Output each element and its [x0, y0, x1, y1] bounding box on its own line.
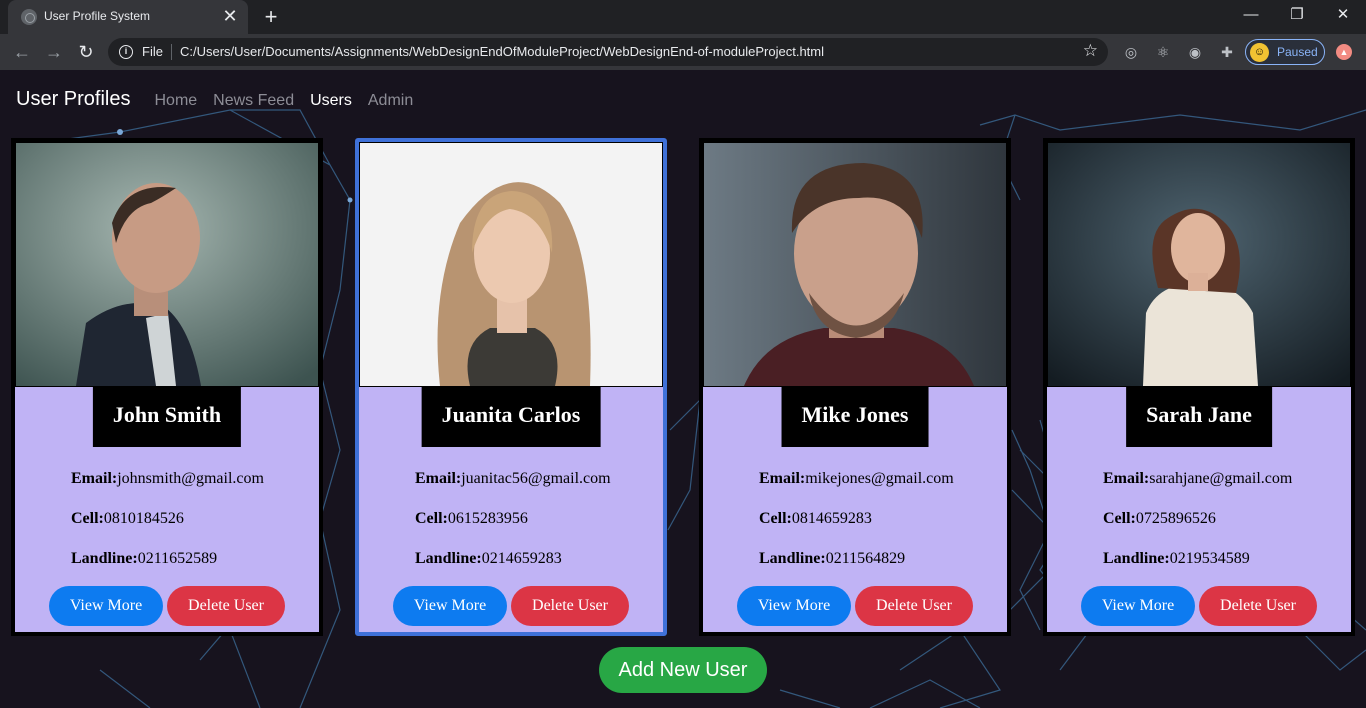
reload-icon[interactable]: ↻ — [74, 40, 98, 64]
extension-github-icon[interactable]: ◎ — [1122, 43, 1140, 61]
email-line: Email:juanitac56@gmail.com — [415, 470, 611, 487]
nav-link-admin[interactable]: Admin — [368, 92, 413, 110]
page-viewport: User Profiles Home News Feed Users Admin… — [0, 70, 1366, 708]
delete-user-button[interactable]: Delete User — [511, 586, 629, 626]
landline-line: Landline:0214659283 — [415, 550, 562, 567]
user-card: Juanita Carlos Email:juanitac56@gmail.co… — [355, 138, 667, 636]
card-info-panel: Sarah Jane Email:sarahjane@gmail.com Cel… — [1047, 387, 1351, 632]
profile-photo — [360, 143, 662, 386]
delete-user-button[interactable]: Delete User — [1199, 586, 1317, 626]
card-info-panel: Juanita Carlos Email:juanitac56@gmail.co… — [359, 387, 663, 632]
user-card: Sarah Jane Email:sarahjane@gmail.com Cel… — [1043, 138, 1355, 636]
landline-line: Landline:0219534589 — [1103, 550, 1250, 567]
browser-tab[interactable]: User Profile System ✕ — [8, 0, 248, 34]
add-new-user-button[interactable]: Add New User — [599, 647, 767, 693]
email-value: sarahjane@gmail.com — [1149, 470, 1293, 487]
profile-status: Paused — [1277, 45, 1318, 59]
update-icon[interactable]: ▲ — [1336, 44, 1352, 60]
globe-icon — [21, 9, 37, 25]
nav-link-home[interactable]: Home — [154, 92, 197, 110]
restore-button[interactable]: ❐ — [1274, 0, 1320, 32]
profile-photo — [1048, 143, 1350, 386]
profile-photo — [16, 143, 318, 386]
back-arrow-icon[interactable]: ← — [10, 40, 34, 64]
profile-photo — [704, 143, 1006, 386]
delete-user-button[interactable]: Delete User — [167, 586, 285, 626]
info-icon[interactable]: i — [119, 45, 133, 59]
brand-logo[interactable]: User Profiles — [16, 88, 130, 111]
url-text[interactable]: C:/Users/User/Documents/Assignments/WebD… — [180, 44, 824, 59]
minimize-button[interactable]: — — [1228, 0, 1274, 32]
extensions-puzzle-icon[interactable]: ✚ — [1218, 43, 1236, 61]
tab-title: User Profile System — [44, 9, 151, 23]
view-more-button[interactable]: View More — [737, 586, 851, 626]
new-tab-button[interactable]: + — [258, 4, 284, 30]
cell-line: Cell:0814659283 — [759, 510, 872, 527]
landline-line: Landline:0211564829 — [759, 550, 906, 567]
cell-value: 0810184526 — [103, 510, 184, 527]
user-name: Mike Jones — [781, 387, 929, 447]
cell-line: Cell:0810184526 — [71, 510, 184, 527]
landline-value: 0214659283 — [481, 550, 562, 567]
user-card: Mike Jones Email:mikejones@gmail.com Cel… — [699, 138, 1011, 636]
user-card: John Smith Email:johnsmith@gmail.com Cel… — [11, 138, 323, 636]
email-line: Email:mikejones@gmail.com — [759, 470, 954, 487]
landline-value: 0211652589 — [137, 550, 218, 567]
nav-link-news-feed[interactable]: News Feed — [213, 92, 294, 110]
bookmark-star-icon[interactable]: ☆ — [1083, 41, 1098, 61]
email-value: mikejones@gmail.com — [805, 470, 954, 487]
browser-toolbar: ← → ↻ i File C:/Users/User/Documents/Ass… — [0, 34, 1366, 70]
cell-value: 0615283956 — [447, 510, 528, 527]
tab-close-icon[interactable]: ✕ — [220, 6, 240, 26]
extension-react-icon[interactable]: ⚛ — [1154, 43, 1172, 61]
user-name: John Smith — [92, 387, 242, 447]
landline-value: 0219534589 — [1169, 550, 1250, 567]
email-value: johnsmith@gmail.com — [117, 470, 264, 487]
landline-value: 0211564829 — [825, 550, 906, 567]
view-more-button[interactable]: View More — [49, 586, 163, 626]
separator — [171, 44, 172, 60]
address-bar[interactable]: i File C:/Users/User/Documents/Assignmen… — [108, 38, 1108, 66]
forward-arrow-icon[interactable]: → — [42, 40, 66, 64]
profile-button[interactable]: ☺ Paused — [1245, 39, 1325, 65]
scheme-label: File — [142, 44, 163, 59]
card-info-panel: Mike Jones Email:mikejones@gmail.com Cel… — [703, 387, 1007, 632]
email-line: Email:johnsmith@gmail.com — [71, 470, 264, 487]
email-value: juanitac56@gmail.com — [461, 470, 611, 487]
user-name: Juanita Carlos — [421, 387, 601, 447]
cell-line: Cell:0615283956 — [415, 510, 528, 527]
cell-value: 0725896526 — [1135, 510, 1216, 527]
cell-line: Cell:0725896526 — [1103, 510, 1216, 527]
landline-line: Landline:0211652589 — [71, 550, 218, 567]
extension-target-icon[interactable]: ◉ — [1186, 43, 1204, 61]
avatar: ☺ — [1250, 43, 1269, 62]
site-navbar: User Profiles Home News Feed Users Admin — [16, 88, 429, 111]
user-name: Sarah Jane — [1126, 387, 1272, 447]
nav-link-users[interactable]: Users — [310, 92, 352, 110]
browser-tabstrip: User Profile System ✕ + — ❐ ✕ — [0, 0, 1366, 34]
email-line: Email:sarahjane@gmail.com — [1103, 470, 1293, 487]
close-window-button[interactable]: ✕ — [1320, 0, 1366, 32]
card-info-panel: John Smith Email:johnsmith@gmail.com Cel… — [15, 387, 319, 632]
delete-user-button[interactable]: Delete User — [855, 586, 973, 626]
view-more-button[interactable]: View More — [393, 586, 507, 626]
view-more-button[interactable]: View More — [1081, 586, 1195, 626]
cell-value: 0814659283 — [791, 510, 872, 527]
